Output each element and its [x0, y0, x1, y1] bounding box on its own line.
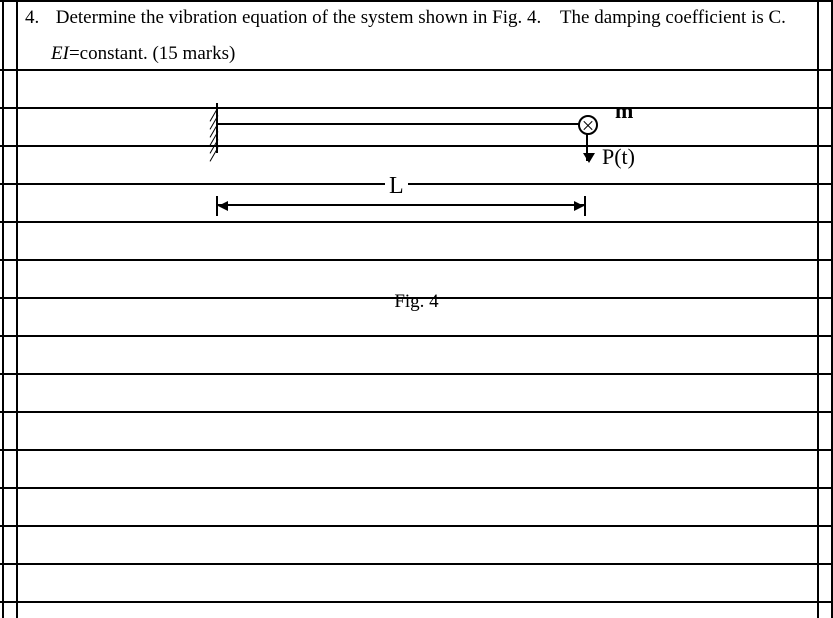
force-arrow-icon	[586, 133, 588, 161]
ei-symbol: EI	[51, 43, 69, 64]
length-label: L	[385, 173, 408, 200]
question-body-1a: Determine the vibration equation of the …	[56, 7, 541, 28]
question-body-1b: The damping coefficient is C.	[560, 7, 786, 28]
fixed-support-icon	[190, 103, 218, 153]
dimension-line-icon	[216, 204, 586, 206]
force-label: P(t)	[602, 144, 635, 170]
cantilever-beam-icon	[216, 123, 586, 125]
question-line-1: 4. Determine the vibration equation of t…	[25, 5, 817, 30]
mass-label: m	[615, 98, 633, 124]
lumped-mass-icon	[578, 115, 598, 135]
figure-4: m P(t) L	[190, 100, 610, 220]
figure-caption: Fig. 4	[0, 291, 833, 313]
question-line-2: EI=constant. (15 marks)	[51, 41, 235, 66]
question-number: 4.	[25, 5, 51, 30]
question-body-2: =constant. (15 marks)	[69, 43, 235, 64]
